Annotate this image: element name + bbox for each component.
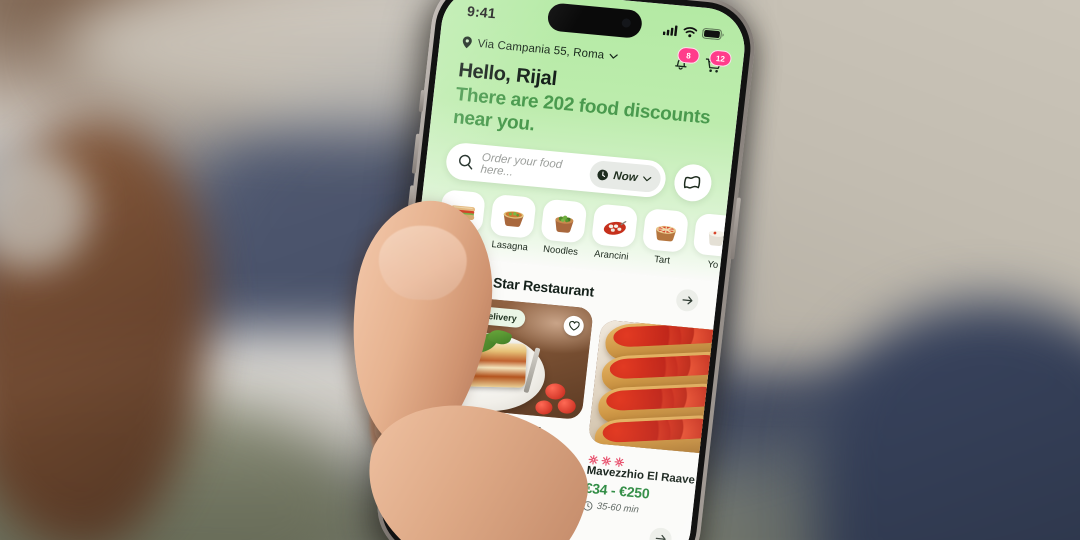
search-icon: [458, 155, 473, 170]
wifi-icon: [683, 26, 698, 37]
section-arrow-button[interactable]: [675, 288, 700, 313]
heart-icon: [568, 321, 580, 331]
map-button[interactable]: [672, 163, 714, 204]
time-filter-pill[interactable]: Now: [587, 160, 662, 194]
dynamic-island: [546, 2, 644, 39]
notifications-badge: 8: [676, 46, 701, 65]
photo-scene: 9:41 Via Campania 55, Roma 8 12 Hello, R…: [0, 0, 1080, 540]
battery-icon: [702, 27, 724, 40]
status-icons: [662, 24, 725, 41]
cart-badge: 12: [708, 49, 733, 68]
arrow-right-icon: [655, 535, 666, 540]
location-pin-icon: [462, 36, 472, 49]
noodles-bowl-icon: [554, 215, 573, 233]
category-noodles[interactable]: Noodles: [538, 199, 588, 259]
chevron-down-icon: [609, 53, 619, 59]
category-label: Tart: [653, 254, 671, 267]
map-icon: [683, 176, 701, 189]
clock-icon: [597, 169, 608, 181]
category-tart[interactable]: Tart: [640, 208, 690, 268]
search-placeholder: Order your food here...: [479, 151, 563, 179]
arrow-right-icon: [681, 296, 692, 305]
cart-button[interactable]: 12: [703, 49, 733, 76]
tart-icon: [655, 225, 676, 242]
time-filter-label: Now: [612, 169, 639, 185]
status-time: 9:41: [466, 2, 497, 22]
category-arancini[interactable]: Arancini: [589, 203, 639, 264]
section-arrow-button[interactable]: [648, 527, 673, 540]
category-tile: [590, 203, 639, 249]
category-label: Yo: [706, 259, 719, 272]
category-tile: [489, 194, 537, 240]
chevron-down-icon: [643, 176, 652, 182]
category-tile: [692, 213, 728, 258]
category-tile: [540, 199, 588, 244]
notifications-button[interactable]: 8: [671, 46, 701, 73]
thumbnail: [377, 224, 468, 302]
lasagna-bowl-icon: [503, 211, 524, 227]
category-lasagna[interactable]: Lasagna: [488, 194, 537, 254]
category-tile: [641, 208, 690, 254]
category-label: Arancini: [593, 248, 629, 263]
signal-bars-icon: [662, 25, 678, 36]
category-label: Lasagna: [490, 239, 529, 254]
arancini-icon: [603, 220, 626, 235]
category-label: Noodles: [542, 244, 579, 259]
